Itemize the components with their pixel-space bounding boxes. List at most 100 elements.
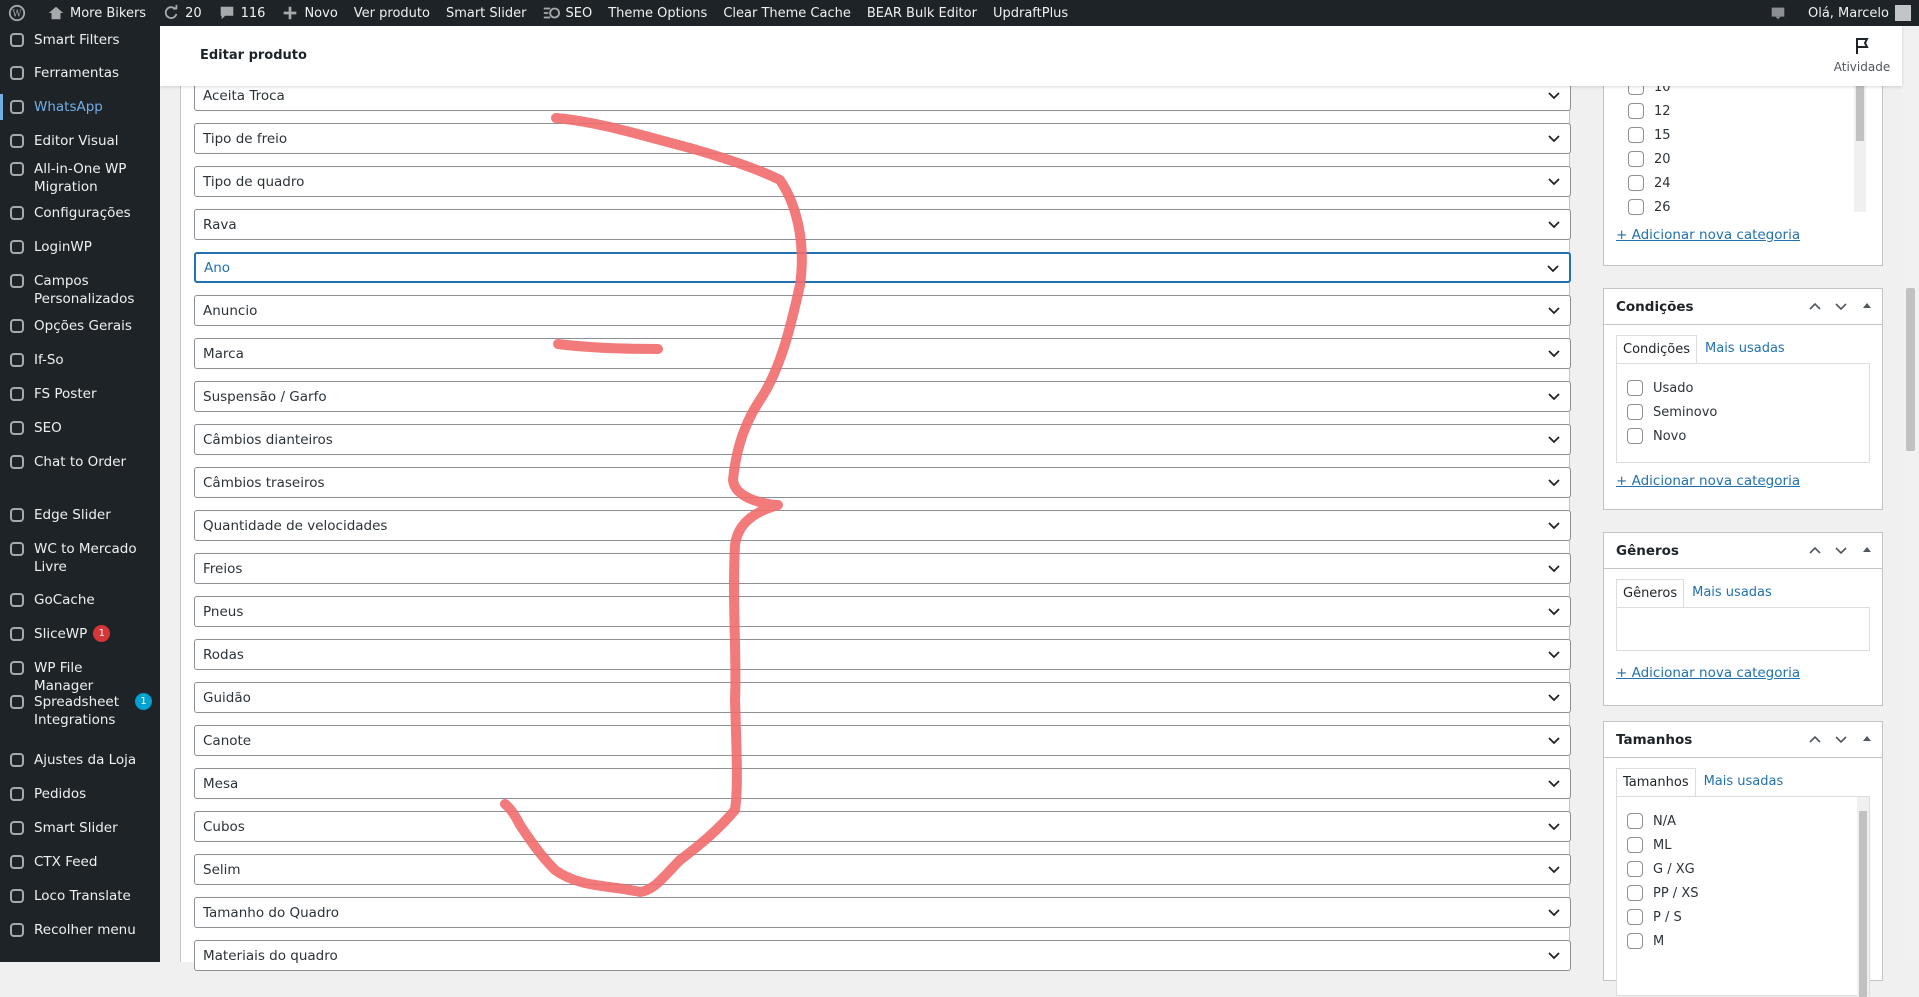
activity-button[interactable]: Atividade <box>1832 36 1892 74</box>
attribute-select-mesa[interactable]: Mesa <box>194 768 1571 799</box>
checkbox-item[interactable]: Novo <box>1627 428 1686 444</box>
collapse-triangle-icon[interactable] <box>1860 732 1874 746</box>
checkbox[interactable] <box>1628 199 1644 215</box>
sidebar-item-recolher-menu[interactable]: Recolher menu <box>0 921 160 939</box>
sidebar-item-wp-file-manager[interactable]: WP File Manager <box>0 659 160 695</box>
checkbox-item[interactable]: G / XG <box>1627 861 1695 877</box>
checkbox-item[interactable]: 26 <box>1628 199 1671 215</box>
attribute-select-tipo-de-quadro[interactable]: Tipo de quadro <box>194 166 1571 197</box>
checkbox[interactable] <box>1627 837 1643 853</box>
window-scrollbar-thumb[interactable] <box>1906 288 1915 451</box>
sidebar-item-slicewp[interactable]: SliceWP 1 <box>0 625 160 643</box>
sidebar-item-campos-personalizados[interactable]: Campos Personalizados <box>0 272 160 308</box>
attribute-select-rava[interactable]: Rava <box>194 209 1571 240</box>
checkbox-item[interactable]: Usado <box>1627 380 1693 396</box>
sidebar-item-op-es-gerais[interactable]: Opções Gerais <box>0 317 160 335</box>
sidebar-item-ajustes-da-loja[interactable]: Ajustes da Loja <box>0 751 160 769</box>
attribute-select-marca[interactable]: Marca <box>194 338 1571 369</box>
attribute-select-cubos[interactable]: Cubos <box>194 811 1571 842</box>
tab-generos[interactable]: Gêneros <box>1616 579 1685 607</box>
checkbox[interactable] <box>1628 151 1644 167</box>
checkbox-item[interactable]: Seminovo <box>1627 404 1717 420</box>
checkbox-item[interactable]: ML <box>1627 837 1671 853</box>
attribute-select-guidao[interactable]: Guidão <box>194 682 1571 713</box>
tab-condicoes[interactable]: Condições <box>1616 335 1698 363</box>
attribute-select-cambios-traseiros[interactable]: Câmbios traseiros <box>194 467 1571 498</box>
checkbox-item[interactable]: 20 <box>1628 151 1671 167</box>
theme-options-link[interactable]: Theme Options <box>600 0 715 26</box>
checkbox[interactable] <box>1627 909 1643 925</box>
attribute-select-anuncio[interactable]: Anuncio <box>194 295 1571 326</box>
sidebar-item-chat-to-order[interactable]: Chat to Order <box>0 453 160 471</box>
sidebar-item-edge-slider[interactable]: Edge Slider <box>0 506 160 524</box>
checkbox[interactable] <box>1627 933 1643 949</box>
sidebar-item-smart-filters[interactable]: Smart Filters <box>0 31 160 49</box>
attribute-select-canote[interactable]: Canote <box>194 725 1571 756</box>
attribute-select-quantidade-de-velocidades[interactable]: Quantidade de velocidades <box>194 510 1571 541</box>
sidebar-item-configura-es[interactable]: Configurações <box>0 204 160 222</box>
my-account-link[interactable]: Olá, Marcelo <box>1800 0 1919 26</box>
site-name-link[interactable]: More Bikers <box>39 0 154 26</box>
collapse-triangle-icon[interactable] <box>1860 543 1874 557</box>
checkbox[interactable] <box>1628 127 1644 143</box>
attribute-select-tamanho-do-quadro[interactable]: Tamanho do Quadro <box>194 897 1571 928</box>
checkbox[interactable] <box>1627 380 1643 396</box>
checkbox[interactable] <box>1628 103 1644 119</box>
wordpress-logo[interactable]: W <box>0 0 39 26</box>
sidebar-item-seo[interactable]: SEO <box>0 419 160 437</box>
chevron-down-icon[interactable] <box>1834 732 1848 746</box>
checkbox-item[interactable]: PP / XS <box>1627 885 1698 901</box>
add-category-link[interactable]: + Adicionar nova categoria <box>1616 227 1800 243</box>
checkbox[interactable] <box>1627 813 1643 829</box>
clear-cache-link[interactable]: Clear Theme Cache <box>715 0 859 26</box>
checkbox-item[interactable]: 15 <box>1628 127 1671 143</box>
attribute-select-freios[interactable]: Freios <box>194 553 1571 584</box>
notification-link[interactable] <box>1761 0 1800 26</box>
attribute-select-materiais-do-quadro[interactable]: Materiais do quadro <box>194 940 1571 971</box>
checkbox[interactable] <box>1627 885 1643 901</box>
sidebar-item-spreadsheet-integrations[interactable]: Spreadsheet Integrations 1 <box>0 693 160 729</box>
tab-generos-mais-usadas[interactable]: Mais usadas <box>1684 579 1780 607</box>
add-genero-link[interactable]: + Adicionar nova categoria <box>1616 665 1800 681</box>
tamanhos-header[interactable]: Tamanhos <box>1604 722 1882 758</box>
chevron-down-icon[interactable] <box>1834 543 1848 557</box>
generos-header[interactable]: Gêneros <box>1604 533 1882 569</box>
sidebar-item-ctx-feed[interactable]: CTX Feed <box>0 853 160 871</box>
attribute-select-selim[interactable]: Selim <box>194 854 1571 885</box>
checkbox[interactable] <box>1627 404 1643 420</box>
window-scrollbar[interactable] <box>1902 26 1919 962</box>
seo-link[interactable]: SEO <box>534 0 600 26</box>
comments-link[interactable]: 116 <box>210 0 274 26</box>
chevron-up-icon[interactable] <box>1808 299 1822 313</box>
sidebar-item-loco-translate[interactable]: Loco Translate <box>0 887 160 905</box>
categories-scrollbar[interactable] <box>1854 77 1866 212</box>
bear-link[interactable]: BEAR Bulk Editor <box>859 0 985 26</box>
view-product-link[interactable]: Ver produto <box>346 0 438 26</box>
checkbox-item[interactable]: N/A <box>1627 813 1676 829</box>
sidebar-item-ferramentas[interactable]: Ferramentas <box>0 64 160 82</box>
updraft-link[interactable]: UpdraftPlus <box>985 0 1076 26</box>
attribute-select-pneus[interactable]: Pneus <box>194 596 1571 627</box>
checkbox[interactable] <box>1627 428 1643 444</box>
checkbox[interactable] <box>1628 175 1644 191</box>
sidebar-item-all-in-one-wp-migration[interactable]: All-in-One WP Migration <box>0 160 160 196</box>
sidebar-item-loginwp[interactable]: LoginWP <box>0 238 160 256</box>
sidebar-item-editor-visual[interactable]: Editor Visual <box>0 132 160 150</box>
updates-link[interactable]: 20 <box>154 0 210 26</box>
new-content-link[interactable]: Novo <box>273 0 345 26</box>
checkbox-item[interactable]: 24 <box>1628 175 1671 191</box>
sidebar-item-smart-slider[interactable]: Smart Slider <box>0 819 160 837</box>
checkbox-item[interactable]: 12 <box>1628 103 1671 119</box>
attribute-select-cambios-dianteiros[interactable]: Câmbios dianteiros <box>194 424 1571 455</box>
chevron-down-icon[interactable] <box>1834 299 1848 313</box>
checkbox[interactable] <box>1627 861 1643 877</box>
checkbox-item[interactable]: P / S <box>1627 909 1682 925</box>
checkbox-item[interactable]: M <box>1627 933 1664 949</box>
add-condicao-link[interactable]: + Adicionar nova categoria <box>1616 473 1800 489</box>
smart-slider-link[interactable]: Smart Slider <box>438 0 535 26</box>
attribute-select-tipo-de-freio[interactable]: Tipo de freio <box>194 123 1571 154</box>
attribute-select-suspensao-garfo[interactable]: Suspensão / Garfo <box>194 381 1571 412</box>
sidebar-item-gocache[interactable]: GoCache <box>0 591 160 609</box>
collapse-triangle-icon[interactable] <box>1860 299 1874 313</box>
tab-condicoes-mais-usadas[interactable]: Mais usadas <box>1697 335 1793 363</box>
